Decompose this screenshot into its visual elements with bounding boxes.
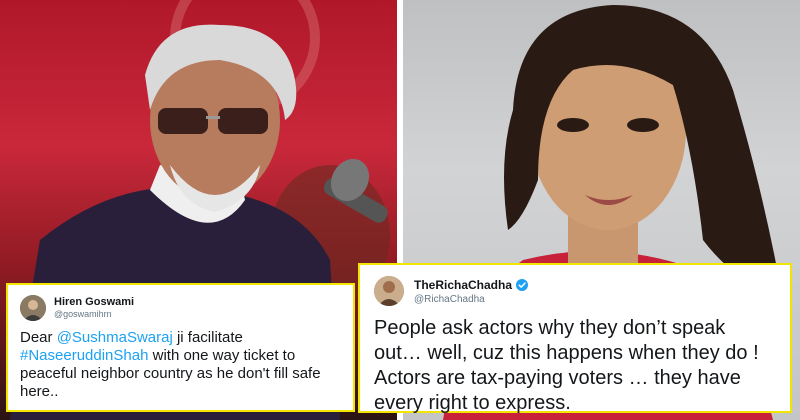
avatar [20, 295, 46, 321]
tweet-header: Hiren Goswami @goswamihrn [20, 295, 341, 321]
tweet-text: People ask actors why they don’t speak o… [374, 317, 759, 415]
tweet-author-name[interactable]: Hiren Goswami [54, 296, 134, 309]
user-avatar-icon [374, 275, 404, 306]
tweet-text: Dear @SushmaSwaraj ji facilitate #Naseer… [20, 329, 341, 401]
user-avatar-icon [20, 295, 46, 321]
tweet-author-name-row: TheRichaChadha [414, 278, 529, 292]
tweet-author-handle[interactable]: @RichaChadha [414, 294, 528, 306]
tweet-text-middle: ji facilitate [172, 329, 243, 346]
hashtag-link[interactable]: #NaseeruddinShah [20, 347, 148, 364]
mention-link[interactable]: @SushmaSwaraj [57, 329, 173, 346]
tweet-card-hiren-goswami: Hiren Goswami @goswamihrn Dear @SushmaSw… [6, 283, 355, 412]
verified-badge-icon [516, 279, 529, 292]
avatar [374, 275, 404, 306]
tweet-author-handle[interactable]: @goswamihrn [54, 309, 134, 320]
tweet-card-richa-chadha: TheRichaChadha @RichaChadha People ask a… [358, 263, 792, 415]
tweet-author-name[interactable]: TheRichaChadha [414, 278, 512, 292]
tweet-text-prefix: Dear [20, 329, 57, 346]
tweet-header: TheRichaChadha @RichaChadha [374, 275, 776, 306]
